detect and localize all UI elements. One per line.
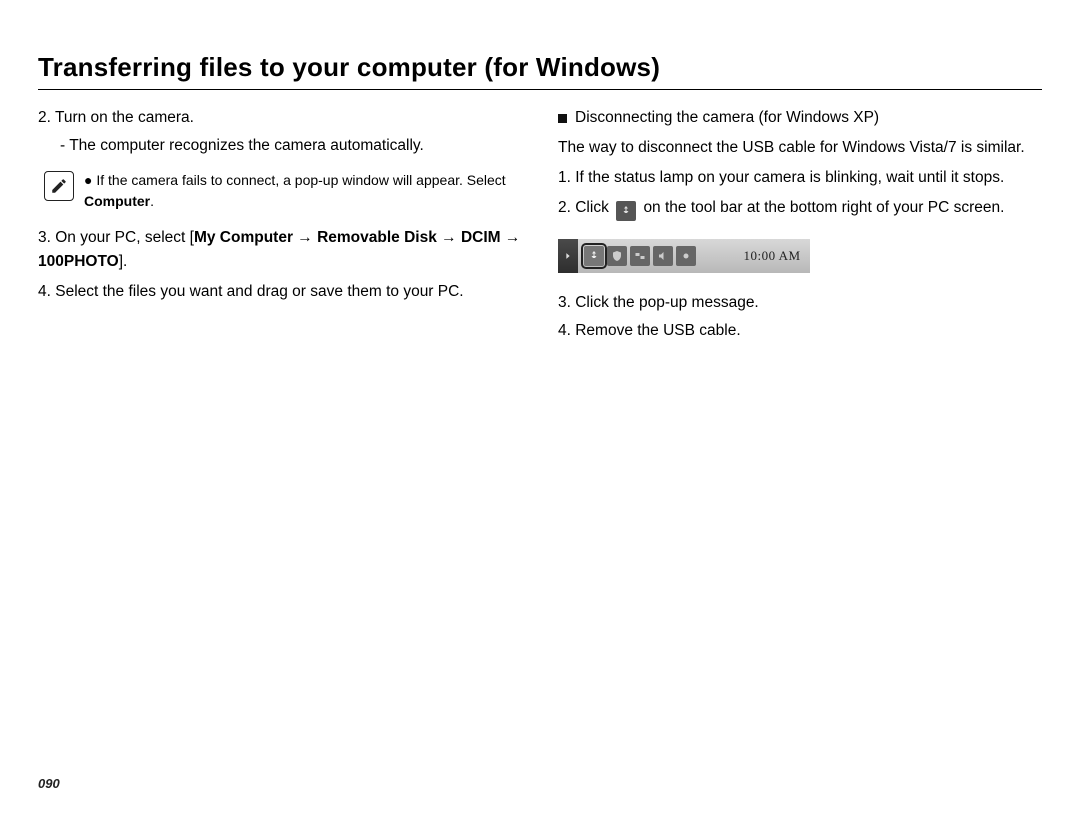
note-text-main: ● If the camera fails to connect, a pop-… xyxy=(84,172,506,188)
right-intro: The way to disconnect the USB cable for … xyxy=(558,136,1042,160)
right-column: Disconnecting the camera (for Windows XP… xyxy=(558,106,1042,347)
system-tray xyxy=(578,239,734,273)
title-divider xyxy=(38,89,1042,90)
tray-shield-icon xyxy=(607,246,627,266)
note-text-tail: . xyxy=(150,193,154,209)
section-heading: Disconnecting the camera (for Windows XP… xyxy=(558,106,1042,130)
pencil-note-icon xyxy=(44,171,74,201)
right-step-4: 4. Remove the USB cable. xyxy=(558,319,1042,343)
note-text: ● If the camera fails to connect, a pop-… xyxy=(84,170,522,212)
note-box: ● If the camera fails to connect, a pop-… xyxy=(38,170,522,212)
step-3-pre: 3. On your PC, select [ xyxy=(38,229,194,246)
tray-network-icon xyxy=(630,246,650,266)
pencil-icon xyxy=(50,177,68,195)
right-step-3: 3. Click the pop-up message. xyxy=(558,291,1042,315)
usb-eject-icon xyxy=(620,205,632,217)
chevron-right-icon xyxy=(563,251,573,261)
section-heading-text: Disconnecting the camera (for Windows XP… xyxy=(575,106,879,130)
page-number: 090 xyxy=(38,776,60,791)
step-3: 3. On your PC, select [My Computer → Rem… xyxy=(38,226,522,274)
content-columns: 2. Turn on the camera. - The computer re… xyxy=(38,106,1042,347)
right-step-2-pre: 2. Click xyxy=(558,199,613,216)
tray-misc-icon xyxy=(676,246,696,266)
step-2: 2. Turn on the camera. xyxy=(38,106,522,130)
safely-remove-hardware-icon xyxy=(616,201,636,221)
page-title: Transferring files to your computer (for… xyxy=(38,52,1042,83)
step-4: 4. Select the files you want and drag or… xyxy=(38,280,522,304)
note-text-bold: Computer xyxy=(84,193,150,209)
step-3-post: ]. xyxy=(119,253,128,270)
step-2-sub: - The computer recognizes the camera aut… xyxy=(38,134,522,158)
manual-page: Transferring files to your computer (for… xyxy=(0,0,1080,815)
tray-volume-icon xyxy=(653,246,673,266)
tray-safely-remove-icon xyxy=(584,246,604,266)
left-column: 2. Turn on the camera. - The computer re… xyxy=(38,106,522,347)
windows-taskbar-screenshot: 10:00 AM xyxy=(558,239,810,273)
right-step-1: 1. If the status lamp on your camera is … xyxy=(558,166,1042,190)
square-bullet-icon xyxy=(558,114,567,123)
right-step-2: 2. Click on the tool bar at the bottom r… xyxy=(558,196,1042,221)
taskbar-expand-arrow xyxy=(558,239,578,273)
taskbar-clock: 10:00 AM xyxy=(734,239,810,273)
right-step-2-post: on the tool bar at the bottom right of y… xyxy=(643,199,1004,216)
